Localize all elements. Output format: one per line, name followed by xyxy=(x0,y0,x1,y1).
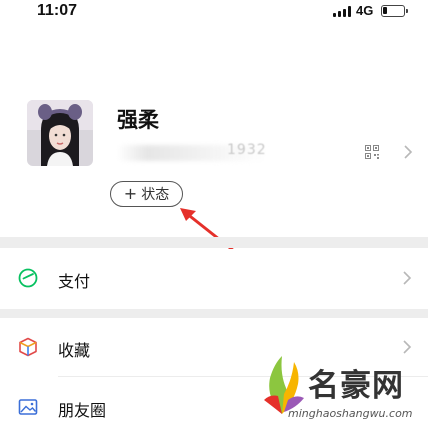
menu-item-label: 收藏 xyxy=(58,341,91,360)
status-bar: 11:07 4G xyxy=(0,0,428,24)
menu-item-moments[interactable]: 朋友圈 xyxy=(0,378,428,430)
wechat-id-text: 1932 xyxy=(227,142,267,158)
pay-icon xyxy=(18,268,38,288)
menu-item-label: 朋友圈 xyxy=(58,401,107,420)
moments-icon xyxy=(18,399,38,415)
menu-item-favorites[interactable]: 收藏 xyxy=(0,318,428,378)
signal-strength-icon xyxy=(333,6,351,17)
battery-icon xyxy=(381,5,408,17)
plus-icon: + xyxy=(123,184,138,203)
avatar[interactable] xyxy=(27,100,93,166)
menu-item-pay[interactable]: 支付 xyxy=(0,249,428,309)
add-status-button[interactable]: + 状态 xyxy=(110,181,183,207)
qr-code-icon[interactable] xyxy=(365,145,379,159)
network-type: 4G xyxy=(356,3,374,18)
profile-nickname: 强柔 xyxy=(117,108,159,132)
chevron-right-icon xyxy=(403,271,412,285)
wechat-id: 1932 xyxy=(117,142,277,164)
menu-item-label: 支付 xyxy=(58,272,91,291)
section-separator xyxy=(0,237,428,248)
status-button-label: 状态 xyxy=(141,187,170,203)
favorites-icon xyxy=(19,337,37,357)
row-divider xyxy=(58,376,428,377)
chevron-right-icon xyxy=(403,340,412,354)
profile-chevron-right-icon[interactable] xyxy=(402,143,414,161)
status-time: 11:07 xyxy=(37,2,78,19)
